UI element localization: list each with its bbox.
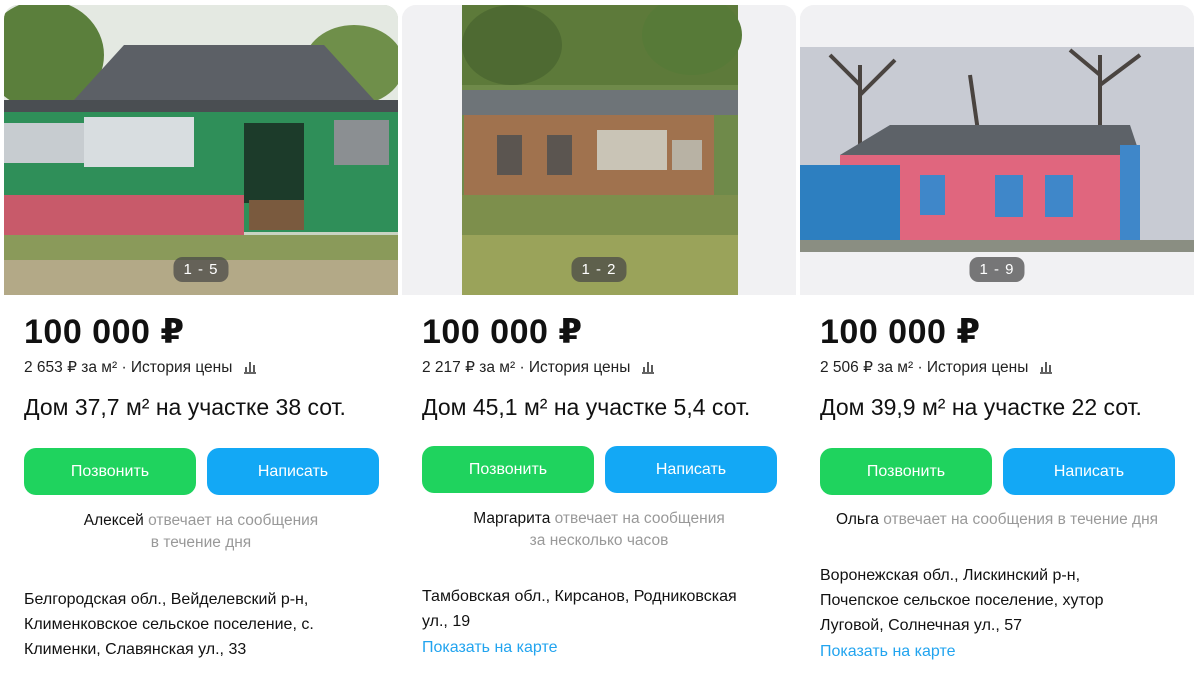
response-text-2: в течение дня [150, 534, 252, 551]
address-line: Луговой, Солнечная ул., 57 [820, 617, 1023, 634]
address-line: Клименки, Славянская ул., 33 [24, 641, 247, 658]
call-button[interactable]: Позвонить [24, 448, 196, 495]
house-photo-green [4, 5, 398, 295]
address-line: Почепское сельское поселение, хутор [820, 592, 1104, 609]
seller-name: Маргарита [473, 510, 551, 527]
price-history-link[interactable]: История цены [927, 359, 1028, 376]
call-button[interactable]: Позвонить [422, 446, 594, 493]
show-on-map-link[interactable]: Показать на карте [820, 643, 955, 661]
bar-chart-icon[interactable] [641, 361, 655, 374]
separator-dot: · [917, 359, 927, 376]
price-details: 2 506 ₽ за м² · История цены [820, 358, 1053, 377]
write-button[interactable]: Написать [605, 446, 777, 493]
price: 100 000 ₽ [24, 313, 185, 351]
address-line: ул., 19 [422, 613, 471, 630]
separator-dot: · [519, 359, 529, 376]
price-history-link[interactable]: История цены [131, 359, 232, 376]
listing-row: 1 - 5 100 000 ₽ 2 653 ₽ за м² · История … [0, 0, 1200, 675]
price: 100 000 ₽ [820, 313, 981, 351]
photo-counter: 1 - 5 [173, 257, 229, 282]
address-line: Клименковское сельское поселение, с. [24, 616, 314, 633]
response-text: отвечает на сообщения [554, 510, 725, 527]
listing-photo[interactable]: 1 - 2 [402, 5, 796, 295]
response-time: Алексей отвечает на сообщения в течение … [4, 510, 398, 554]
price-per-m2: 2 217 ₽ за м² [422, 359, 516, 376]
listing-title[interactable]: Дом 45,1 м² на участке 5,4 сот. [422, 394, 750, 421]
price: 100 000 ₽ [422, 313, 583, 351]
photo-counter: 1 - 9 [969, 257, 1025, 282]
listing-card[interactable]: 1 - 5 100 000 ₽ 2 653 ₽ за м² · История … [4, 0, 398, 675]
house-photo-brick [402, 5, 796, 295]
bar-chart-icon[interactable] [243, 361, 257, 374]
price-history-link[interactable]: История цены [529, 359, 630, 376]
response-text: отвечает на сообщения в течение дня [883, 511, 1159, 528]
response-text-2: за несколько часов [529, 532, 669, 549]
response-time: Маргарита отвечает на сообщения за неско… [402, 508, 796, 552]
price-details: 2 653 ₽ за м² · История цены [24, 358, 257, 377]
address-line: Воронежская обл., Лискинский р-н, [820, 567, 1081, 584]
address-line: Тамбовская обл., Кирсанов, Родниковская [422, 588, 737, 605]
listing-photo[interactable]: 1 - 9 [800, 5, 1194, 295]
price-details: 2 217 ₽ за м² · История цены [422, 358, 655, 377]
address: Тамбовская обл., Кирсанов, Родниковская … [422, 584, 782, 634]
response-text: отвечает на сообщения [148, 512, 319, 529]
response-time: Ольга отвечает на сообщения в течение дн… [800, 509, 1194, 531]
listing-title[interactable]: Дом 37,7 м² на участке 38 сот. [24, 394, 346, 421]
bar-chart-icon[interactable] [1039, 361, 1053, 374]
call-button[interactable]: Позвонить [820, 448, 992, 495]
price-per-m2: 2 653 ₽ за м² [24, 359, 118, 376]
separator-dot: · [121, 359, 131, 376]
write-button[interactable]: Написать [1003, 448, 1175, 495]
show-on-map-link[interactable]: Показать на карте [422, 639, 557, 657]
seller-name: Ольга [835, 511, 879, 528]
listing-card[interactable]: 1 - 9 100 000 ₽ 2 506 ₽ за м² · История … [800, 0, 1194, 675]
listing-title[interactable]: Дом 39,9 м² на участке 22 сот. [820, 394, 1142, 421]
price-per-m2: 2 506 ₽ за м² [820, 359, 914, 376]
house-photo-pink [800, 5, 1194, 295]
listing-photo[interactable]: 1 - 5 [4, 5, 398, 295]
address: Белгородская обл., Вейделевский р-н, Кли… [24, 587, 384, 662]
write-button[interactable]: Написать [207, 448, 379, 495]
seller-name: Алексей [83, 512, 144, 529]
address-line: Белгородская обл., Вейделевский р-н, [24, 591, 309, 608]
photo-counter: 1 - 2 [571, 257, 627, 282]
listing-card[interactable]: 1 - 2 100 000 ₽ 2 217 ₽ за м² · История … [402, 0, 796, 675]
address: Воронежская обл., Лискинский р-н, Почепс… [820, 563, 1180, 638]
